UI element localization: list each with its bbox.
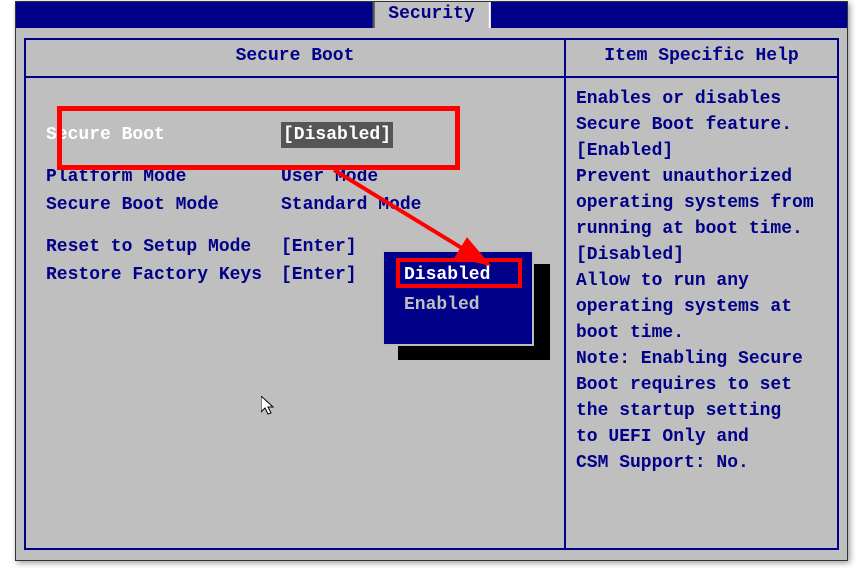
help-line: running at boot time. xyxy=(576,216,829,242)
help-line: to UEFI Only and xyxy=(576,424,829,450)
help-line: Secure Boot feature. xyxy=(576,112,829,138)
tab-security[interactable]: Security xyxy=(372,2,490,28)
help-line: operating systems from xyxy=(576,190,829,216)
help-panel-title: Item Specific Help xyxy=(566,46,837,66)
help-line: boot time. xyxy=(576,320,829,346)
secure-boot-popup: Disabled Enabled xyxy=(382,250,534,346)
popup-option-enabled[interactable]: Enabled xyxy=(384,290,532,320)
setting-label: Secure Boot xyxy=(46,122,281,148)
setting-value: [Disabled] xyxy=(281,122,393,148)
help-line: Allow to run any xyxy=(576,268,829,294)
setting-label: Restore Factory Keys xyxy=(46,262,281,288)
help-panel: Item Specific Help Enables or disables S… xyxy=(566,40,837,548)
help-line: Enables or disables xyxy=(576,86,829,112)
setting-value: [Enter] xyxy=(281,262,357,288)
setting-label: Platform Mode xyxy=(46,164,281,190)
help-line: Note: Enabling Secure xyxy=(576,346,829,372)
divider xyxy=(26,76,564,78)
help-line: [Enabled] xyxy=(576,138,829,164)
setting-secure-boot[interactable]: Secure Boot [Disabled] xyxy=(46,122,554,148)
setting-value: Standard Mode xyxy=(281,192,421,218)
settings-panel-title: Secure Boot xyxy=(26,46,564,66)
divider xyxy=(566,76,837,78)
popup-option-disabled[interactable]: Disabled xyxy=(384,260,532,290)
bios-window: Security Secure Boot Secure Boot [Disabl… xyxy=(15,1,848,561)
help-line: Prevent unauthorized xyxy=(576,164,829,190)
help-line: Boot requires to set xyxy=(576,372,829,398)
help-line: the startup setting xyxy=(576,398,829,424)
setting-value: [Enter] xyxy=(281,234,357,260)
setting-label: Secure Boot Mode xyxy=(46,192,281,218)
help-line: [Disabled] xyxy=(576,242,829,268)
help-text: Enables or disables Secure Boot feature.… xyxy=(576,86,829,476)
setting-label: Reset to Setup Mode xyxy=(46,234,281,260)
setting-platform-mode[interactable]: Platform Mode User Mode xyxy=(46,164,554,190)
setting-value: User Mode xyxy=(281,164,378,190)
setting-secure-boot-mode[interactable]: Secure Boot Mode Standard Mode xyxy=(46,192,554,218)
help-line: CSM Support: No. xyxy=(576,450,829,476)
menu-bar: Security xyxy=(16,2,847,28)
help-line: operating systems at xyxy=(576,294,829,320)
